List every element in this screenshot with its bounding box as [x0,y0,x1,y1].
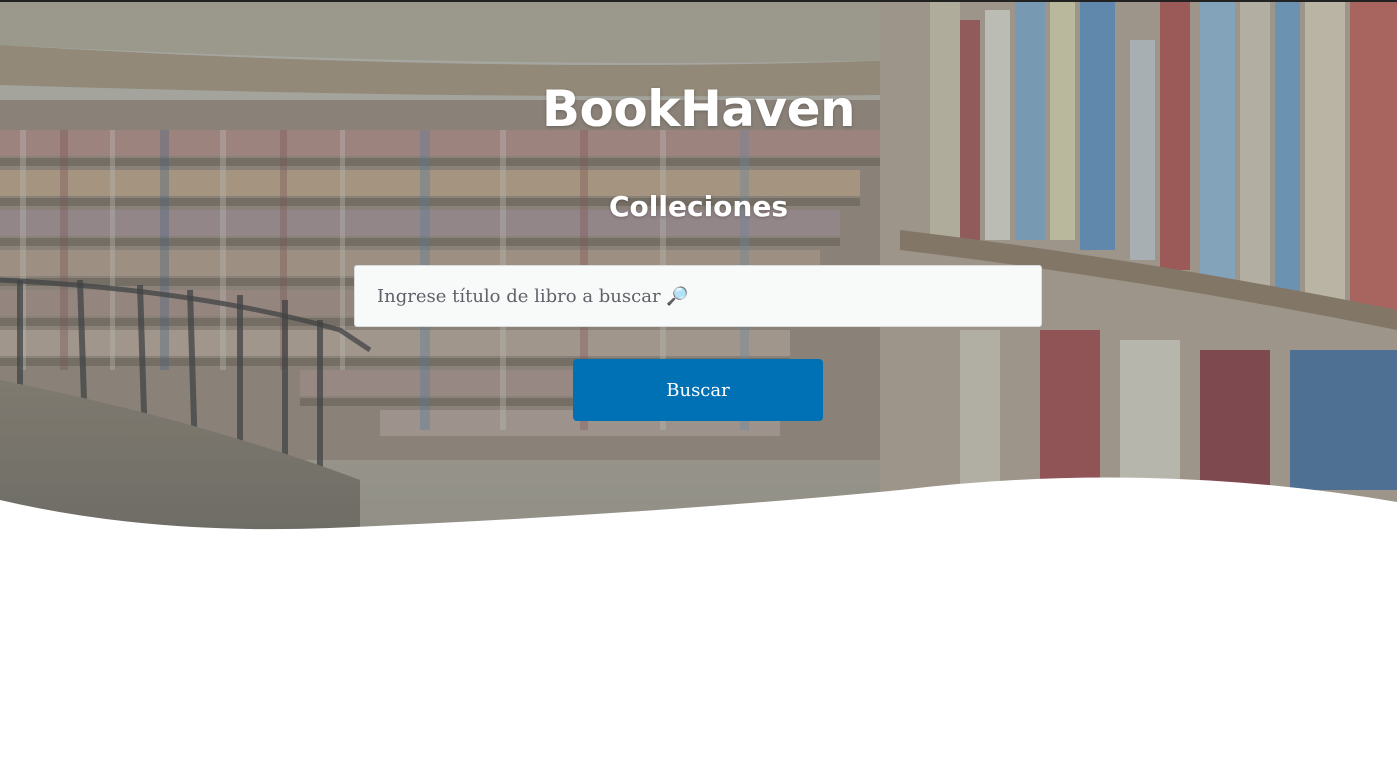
hero-banner: BookHaven Colleciones Buscar [0,0,1397,540]
search-input[interactable] [375,284,1019,308]
search-box [354,265,1042,327]
search-button[interactable]: Buscar [573,359,823,421]
brand-title: BookHaven [541,80,856,138]
window-top-border [0,0,1397,2]
page-subtitle: Colleciones [609,190,788,223]
